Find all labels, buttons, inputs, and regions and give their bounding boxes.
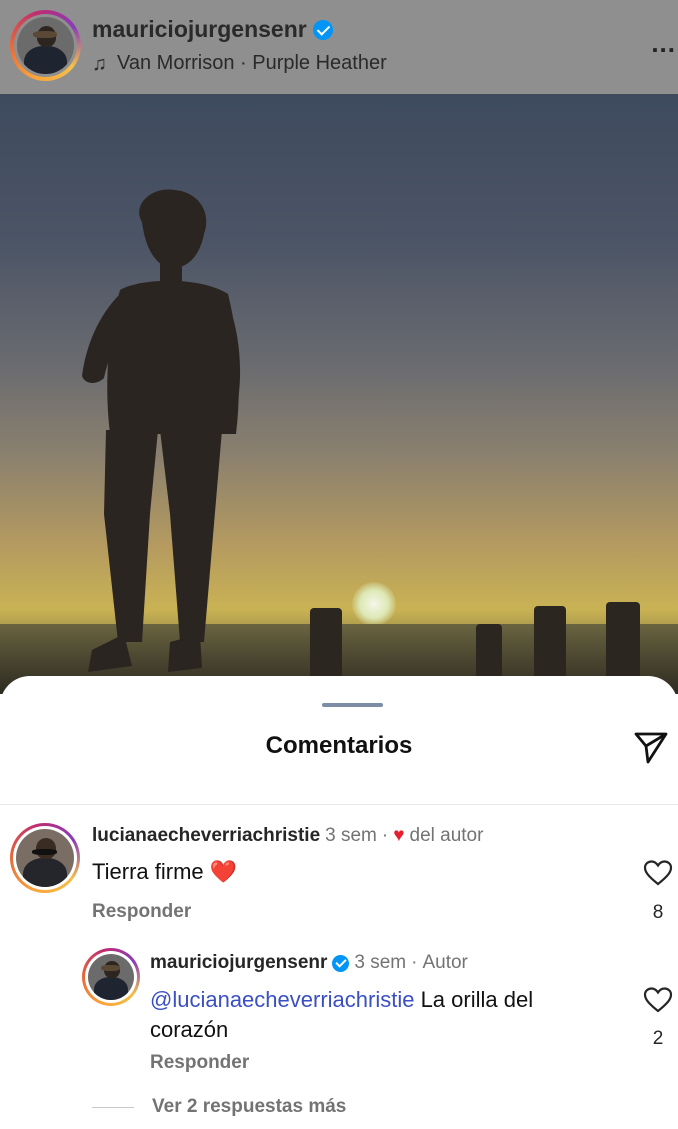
red-heart-emoji: ❤️ — [209, 859, 238, 884]
view-more-replies-label: Ver 2 respuestas más — [152, 1096, 347, 1117]
like-count: 2 — [652, 1028, 664, 1049]
mention-link[interactable]: @lucianaecheverriachristie — [150, 987, 414, 1012]
author-label: Autor — [422, 952, 468, 973]
comment-username[interactable]: mauriciojurgensenr — [150, 952, 327, 974]
music-title: Van Morrison · Purple Heather — [117, 52, 387, 74]
post-header: mauriciojurgensenr ♫ Van Morrison · Purp… — [0, 0, 678, 94]
reply-button[interactable]: Responder — [92, 901, 191, 923]
sheet-title: Comentarios — [265, 732, 413, 759]
comment-username[interactable]: lucianaecheverriachristie — [92, 825, 320, 847]
post-photo[interactable] — [0, 94, 678, 694]
comment-time: 3 sem — [325, 825, 377, 846]
meta-separator: · — [411, 952, 418, 973]
divider-line — [92, 1106, 134, 1108]
comment-text: Tierra firme ❤️ — [92, 857, 237, 887]
verified-icon — [312, 19, 333, 40]
heart-outline-icon[interactable] — [643, 986, 673, 1014]
music-note-icon: ♫ — [92, 52, 107, 75]
comment-body: La orilla del — [414, 987, 534, 1012]
comments-sheet: Comentarios lucianaecheverriachristie 3 … — [0, 676, 678, 1129]
reply-button[interactable]: Responder — [150, 1052, 249, 1074]
liked-by-author-label: del autor — [409, 825, 484, 846]
view-more-replies[interactable]: Ver 2 respuestas más — [92, 1096, 346, 1118]
more-options-button[interactable]: ... — [651, 28, 676, 59]
comment-text: @lucianaecheverriachristie La orilla del… — [150, 985, 630, 1045]
heart-outline-icon[interactable] — [643, 859, 673, 887]
paper-plane-icon[interactable] — [632, 728, 670, 766]
heart-filled-icon: ♥ — [393, 825, 405, 846]
comment-time: 3 sem — [354, 952, 407, 973]
music-link[interactable]: ♫ Van Morrison · Purple Heather — [92, 52, 387, 75]
author-username-text: mauriciojurgensenr — [92, 16, 307, 42]
verified-icon — [332, 954, 350, 972]
comment-body: Tierra firme — [92, 859, 204, 884]
commenter-avatar[interactable] — [82, 948, 140, 1006]
author-avatar[interactable] — [10, 10, 81, 81]
drag-handle[interactable] — [322, 703, 383, 707]
meta-separator: · — [381, 825, 389, 846]
author-username[interactable]: mauriciojurgensenr — [92, 16, 333, 43]
person-silhouette — [82, 189, 241, 672]
comment-body-line2: corazón — [150, 1017, 229, 1042]
divider — [0, 804, 678, 805]
commenter-avatar[interactable] — [10, 823, 80, 893]
like-count: 8 — [652, 902, 664, 923]
